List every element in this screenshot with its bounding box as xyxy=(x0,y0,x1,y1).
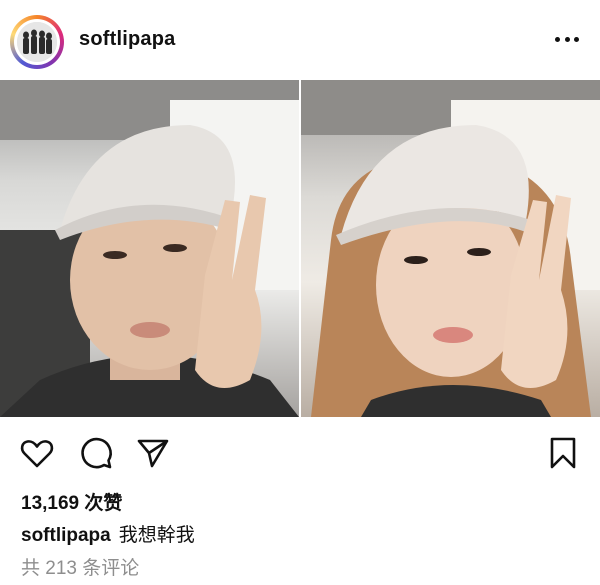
comment-icon[interactable] xyxy=(78,435,114,471)
more-dot xyxy=(564,36,570,42)
caption-text: 我想幹我 xyxy=(118,525,195,546)
more-dot xyxy=(555,36,560,42)
post-actions xyxy=(0,417,600,487)
caption-username[interactable]: softlipapa xyxy=(21,525,111,546)
caption: softlipapa 我想幹我 xyxy=(21,520,195,547)
share-icon[interactable] xyxy=(135,435,171,471)
avatar[interactable] xyxy=(10,15,64,69)
avatar-image xyxy=(17,22,57,62)
post-media[interactable] xyxy=(0,80,600,417)
bookmark-icon[interactable] xyxy=(545,435,581,471)
post-header: softlipapa xyxy=(0,0,600,80)
view-comments-link[interactable]: 共 213 条评论 xyxy=(21,553,139,580)
more-dot xyxy=(574,36,579,42)
heart-icon[interactable] xyxy=(19,435,55,471)
photo-left xyxy=(0,80,299,417)
avatar-frame xyxy=(14,19,60,65)
instagram-post: softlipapa 13,169 次赞 softlipapa 我想幹我 共 2… xyxy=(0,0,600,585)
post-username[interactable]: softlipapa xyxy=(79,28,175,51)
like-count[interactable]: 13,169 次赞 xyxy=(21,488,122,515)
more-options-icon[interactable] xyxy=(555,32,579,46)
photo-right xyxy=(301,80,600,417)
